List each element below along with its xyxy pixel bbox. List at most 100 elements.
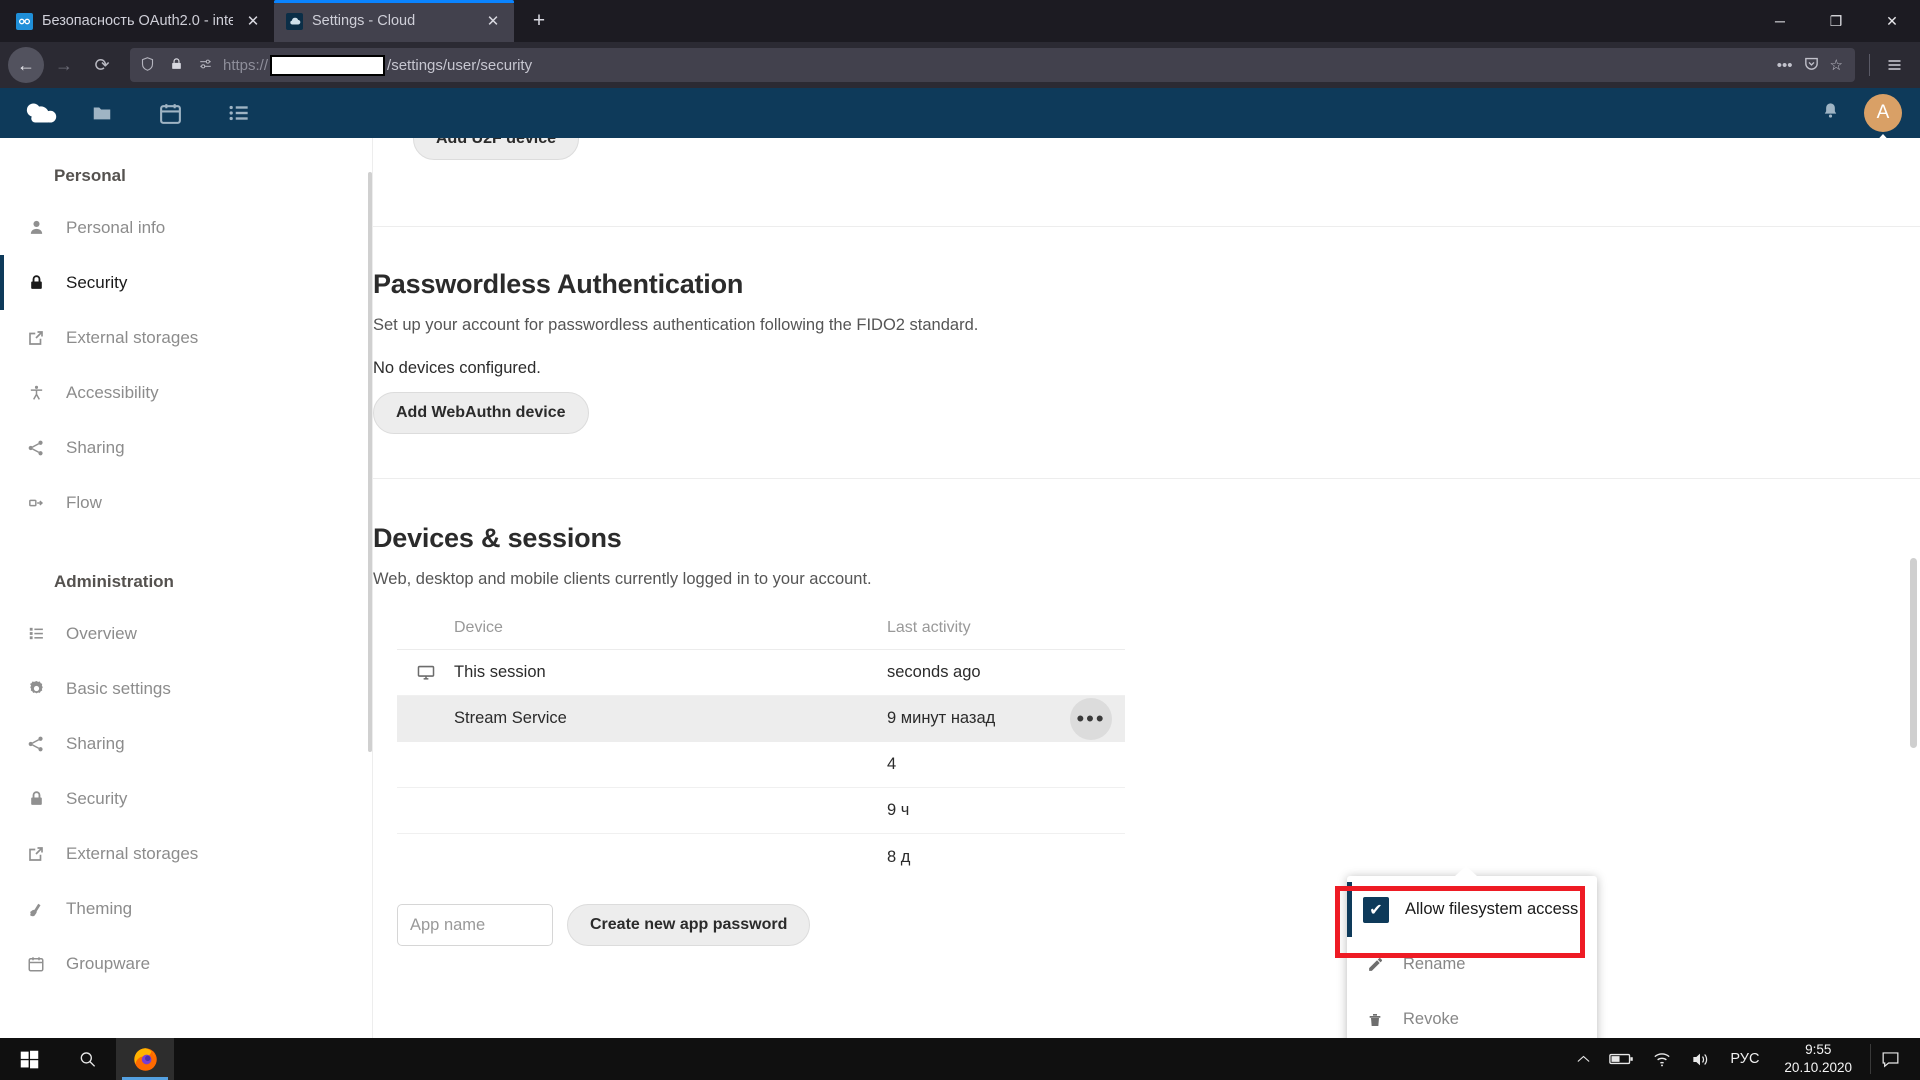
chevron-up-icon[interactable] — [1567, 1038, 1600, 1080]
sidebar-separator — [0, 530, 372, 558]
app-name-input[interactable] — [397, 904, 553, 946]
device-activity: 9 минут назад — [887, 709, 996, 727]
firefox-icon[interactable] — [116, 1038, 174, 1080]
sidebar-item-basic-settings[interactable]: Basic settings — [0, 661, 372, 716]
trash-icon — [1363, 1011, 1387, 1029]
table-row[interactable]: Stream Service 9 минут назад ••• — [397, 696, 1125, 742]
column-header-device: Device — [454, 619, 503, 636]
sidebar-item-admin-security[interactable]: Security — [0, 771, 372, 826]
passwordless-description: Set up your account for passwordless aut… — [373, 316, 979, 334]
close-icon[interactable]: ✕ — [242, 10, 264, 32]
share-icon — [18, 735, 54, 753]
main-content: Add U2F device Passwordless Authenticati… — [372, 138, 1920, 1038]
browser-tab-oauth[interactable]: Безопасность OAuth2.0 - inter ✕ — [4, 0, 274, 42]
taskbar-clock[interactable]: 9:55 20.10.2020 — [1770, 1041, 1866, 1077]
sidebar-item-theming[interactable]: Theming — [0, 881, 372, 936]
browser-tab-settings[interactable]: Settings - Cloud ✕ — [274, 0, 514, 42]
sidebar-group-administration-heading: Administration — [54, 572, 174, 591]
url-scheme: https:// — [223, 56, 269, 74]
checkbox-checked-icon[interactable]: ✔ — [1363, 896, 1389, 923]
tasks-icon[interactable] — [204, 88, 272, 138]
sidebar-item-security[interactable]: Security — [0, 255, 372, 310]
gear-icon — [18, 679, 54, 698]
permissions-icon[interactable] — [194, 57, 216, 74]
avatar-letter: A — [1876, 102, 1890, 123]
device-actions-menu-button[interactable]: ••• — [1070, 697, 1112, 740]
accessibility-icon — [18, 383, 54, 403]
sidebar-item-admin-external-storages[interactable]: External storages — [0, 826, 372, 881]
url-path: /settings/user/security — [387, 56, 533, 74]
menu-item-label: Allow filesystem access — [1405, 900, 1579, 918]
forward-button[interactable]: → — [46, 47, 82, 83]
minimize-button[interactable]: ─ — [1752, 0, 1808, 42]
new-tab-button[interactable]: + — [520, 2, 558, 40]
bookmark-icon[interactable]: ☆ — [1830, 56, 1843, 74]
table-row[interactable]: 8 д — [397, 834, 1125, 880]
add-u2f-device-button[interactable]: Add U2F device — [413, 138, 580, 160]
avatar[interactable]: A — [1864, 94, 1902, 132]
address-bar[interactable]: https:// /settings/user/security ••• ☆ — [130, 48, 1855, 82]
sidebar-item-label: Personal info — [66, 217, 166, 237]
menu-item-revoke[interactable]: Revoke — [1347, 992, 1597, 1038]
pocket-icon[interactable] — [1803, 55, 1820, 76]
taskbar-tray: РУС 9:55 20.10.2020 — [1567, 1038, 1920, 1080]
table-row[interactable]: 4 — [397, 742, 1125, 788]
flow-icon — [18, 495, 54, 511]
maximize-button[interactable]: ❐ — [1808, 0, 1864, 42]
browser-toolbar: ← → ⟳ https:// /settings/user/security •… — [0, 42, 1920, 88]
external-link-icon — [18, 329, 54, 347]
bell-icon[interactable] — [1821, 100, 1840, 126]
url-display[interactable]: https:// /settings/user/security — [223, 54, 533, 76]
add-webauthn-device-button[interactable]: Add WebAuthn device — [373, 392, 589, 434]
lock-icon[interactable] — [165, 56, 187, 75]
sidebar-item-overview[interactable]: Overview — [0, 606, 372, 661]
hamburger-icon[interactable] — [1876, 47, 1912, 83]
calendar-icon — [18, 955, 54, 973]
wifi-icon[interactable] — [1643, 1038, 1681, 1080]
cloud-icon — [286, 12, 303, 30]
volume-icon[interactable] — [1681, 1038, 1719, 1080]
sidebar-item-external-storages[interactable]: External storages — [0, 310, 372, 365]
menu-item-allow-filesystem-access[interactable]: ✔ Allow filesystem access — [1347, 882, 1597, 937]
app-body: Personal Personal info Security External… — [0, 138, 1920, 1038]
app-header-right: A — [1821, 94, 1902, 132]
sidebar-item-personal-info[interactable]: Personal info — [0, 200, 372, 255]
tab-strip: Безопасность OAuth2.0 - inter ✕ Settings… — [0, 0, 1920, 42]
clock-date: 20.10.2020 — [1784, 1060, 1852, 1075]
main-scrollbar[interactable] — [1910, 558, 1917, 748]
sidebar-item-label: External storages — [66, 327, 199, 347]
sidebar-item-groupware[interactable]: Groupware — [0, 936, 372, 991]
reload-button[interactable]: ⟳ — [84, 47, 120, 83]
share-icon — [18, 439, 54, 457]
sidebar-item-label: Accessibility — [66, 382, 159, 402]
monitor-icon — [397, 663, 454, 682]
device-context-menu: ✔ Allow filesystem access Rename Revoke — [1347, 866, 1597, 1038]
back-button[interactable]: ← — [8, 47, 44, 83]
menu-item-rename[interactable]: Rename — [1347, 937, 1597, 992]
url-host-redacted — [270, 54, 386, 76]
calendar-icon[interactable] — [136, 88, 204, 138]
cloud-logo[interactable] — [18, 98, 68, 128]
clock-time: 9:55 — [1805, 1041, 1832, 1057]
device-name: Stream Service — [454, 709, 567, 727]
shield-icon[interactable] — [136, 56, 158, 75]
table-row[interactable]: 9 ч — [397, 788, 1125, 834]
search-icon[interactable] — [58, 1038, 116, 1080]
external-link-icon — [18, 845, 54, 863]
page-actions-icon[interactable]: ••• — [1777, 57, 1793, 74]
sidebar-item-flow[interactable]: Flow — [0, 475, 372, 530]
close-icon[interactable]: ✕ — [482, 10, 504, 32]
sidebar-item-admin-sharing[interactable]: Sharing — [0, 716, 372, 771]
battery-icon[interactable] — [1600, 1038, 1643, 1080]
files-icon[interactable] — [68, 88, 136, 138]
notification-icon[interactable] — [1871, 1038, 1914, 1080]
sidebar-item-accessibility[interactable]: Accessibility — [0, 365, 372, 420]
table-row[interactable]: This session seconds ago — [397, 650, 1125, 696]
create-app-password-button[interactable]: Create new app password — [567, 904, 811, 946]
windows-icon[interactable] — [0, 1038, 58, 1080]
sidebar-item-sharing[interactable]: Sharing — [0, 420, 372, 475]
device-activity: 4 — [887, 755, 897, 773]
window-close-button[interactable]: ✕ — [1864, 0, 1920, 42]
devices-table: Device Last activity This session second… — [397, 619, 1125, 880]
language-indicator[interactable]: РУС — [1719, 1051, 1770, 1067]
